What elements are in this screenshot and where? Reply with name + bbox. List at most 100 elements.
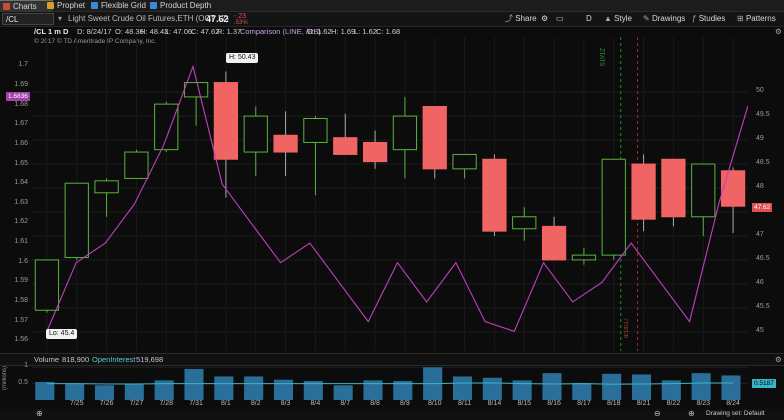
volume-bar [184, 368, 204, 400]
share-label: Share [515, 14, 537, 23]
date-tick-label: 7/28 [159, 400, 174, 407]
volume-bar [65, 383, 85, 400]
comparison-tick-label: 1.62 [14, 218, 28, 226]
comparison-tick-label: 1.7 [18, 61, 28, 69]
candle-body [422, 106, 447, 170]
candle-body [691, 163, 716, 218]
drawing-set-label: Drawing set: Default [706, 410, 765, 417]
info-cmp-open: O: 1.62 [307, 27, 332, 36]
info-date: D: 8/24/17 [77, 27, 112, 36]
price-tick-label: 47 [756, 230, 764, 238]
date-tick-label: 8/9 [400, 400, 410, 407]
share-icon: ⤴ [505, 14, 513, 23]
settings-button[interactable]: ⚙ [541, 13, 548, 25]
date-tick-label: 8/7 [340, 400, 351, 407]
date-tick-label: 8/1 [221, 400, 231, 407]
date-tick-label: 7/25 [69, 400, 84, 407]
candle-body [512, 216, 537, 230]
last-price-badge: 47.62 [752, 203, 773, 212]
layout-button[interactable]: ▭ [556, 13, 564, 25]
date-tick-label: 7/27 [129, 400, 144, 407]
event-label-bottom: 8/18/17 [624, 318, 630, 339]
style-button[interactable]: ▲ Style [604, 13, 632, 25]
info-cmp-low: L: 1.62 [354, 27, 377, 36]
top-tab-bar: Charts Prophet Flexible Grid Product Dep… [0, 0, 784, 12]
date-tick-label: 8/18 [606, 400, 621, 407]
layout-icon: ▭ [556, 14, 564, 23]
depth-icon [150, 2, 157, 9]
patterns-label: Patterns [745, 14, 776, 23]
comparison-tick-label: 1.68 [14, 100, 28, 108]
price-tick-label: 45 [756, 326, 764, 334]
date-tick-label: 7/26 [99, 400, 114, 407]
patterns-icon: ⊞ [737, 14, 744, 23]
price-tick-label: 49 [756, 135, 764, 143]
volume-bar [631, 374, 652, 400]
candle-body [541, 225, 567, 261]
patterns-button[interactable]: ⊞ Patterns [737, 13, 776, 25]
comparison-tick-label: 1.64 [14, 179, 28, 187]
comparison-tick-label: 1.69 [14, 81, 28, 89]
tab-flexible-grid-label: Flexible Grid [101, 1, 146, 10]
date-tick-label: 8/3 [280, 400, 291, 407]
price-chart[interactable] [32, 37, 748, 351]
date-axis: 7/25 7/26 7/27 7/28 7/31 8/1 8/2 8/3 8/4 8/7 8/8 8/… [32, 400, 748, 409]
date-tick-label: 8/8 [370, 400, 380, 407]
symbol-input[interactable]: /CL [2, 13, 54, 25]
volume-settings-icon[interactable]: ⚙ [775, 354, 782, 365]
date-tick-label: 8/24 [726, 400, 740, 407]
candle-body [362, 141, 388, 163]
candle-body [482, 158, 507, 232]
studies-icon: ƒ [692, 14, 697, 23]
studies-button[interactable]: ƒ Studies [692, 13, 725, 25]
info-cmp-high: H: 1.69 [331, 27, 356, 36]
style-label: Style [614, 14, 632, 23]
date-tick-label: 7/31 [189, 400, 203, 407]
zoom-fit-icon[interactable]: ⊕ [688, 409, 695, 418]
instrument-title: Light Sweet Crude Oil Futures,ETH (OCT 1… [68, 14, 229, 23]
tab-product-depth-label: Product Depth [160, 1, 212, 10]
comparison-tick-label: 1.63 [14, 198, 28, 206]
date-tick-label: 8/17 [577, 400, 591, 407]
zoom-in-icon[interactable]: ⊕ [36, 409, 43, 418]
price-tick-label: 48 [756, 183, 764, 190]
info-symbol: /CL 1 m D [34, 27, 69, 36]
tab-product-depth[interactable]: Product Depth [147, 0, 222, 11]
gear-icon: ⚙ [541, 14, 549, 23]
chart-toolbar: /CL ▾ Light Sweet Crude Oil Futures,ETH … [0, 12, 784, 27]
price-tick-label: 46.5 [756, 254, 770, 262]
event-label-top: ZTATS [598, 48, 604, 67]
volume-chart[interactable] [32, 364, 748, 400]
volume-tick-label: 1 [24, 362, 28, 370]
volume-bar [721, 375, 741, 400]
volume-left-axis: 0.5 1 [0, 362, 32, 400]
settings-gear-small-icon[interactable]: ⚙ [775, 27, 782, 37]
share-button[interactable]: ⤴ Share [505, 13, 537, 25]
volume-bar [691, 373, 711, 400]
symbol-dropdown-icon[interactable]: ▾ [58, 13, 62, 25]
date-tick-label: 8/22 [666, 400, 681, 407]
info-close: C: 47.62 [191, 27, 220, 36]
candle-body [124, 151, 149, 179]
info-cmp-close: C: 1.68 [376, 27, 401, 36]
volume-bar [452, 376, 473, 400]
tab-prophet-label: Prophet [57, 1, 86, 10]
drawings-label: Drawings [651, 14, 686, 23]
drawings-button[interactable]: ✎ Drawings [643, 13, 685, 25]
zoom-out-icon[interactable]: ⊖ [654, 409, 661, 418]
candle-body [303, 117, 328, 143]
candle-body [213, 82, 239, 160]
comparison-tick-label: 1.56 [14, 336, 28, 344]
candle-body [601, 158, 626, 256]
date-tick-label: 8/16 [547, 400, 561, 407]
volume-bar [124, 383, 144, 400]
candle-body [571, 254, 597, 261]
date-tick-label: 8/10 [427, 400, 442, 407]
date-tick-label: 8/14 [487, 400, 502, 407]
candle-body [661, 158, 686, 218]
volume-bar [542, 373, 562, 400]
last-price: 47.62 [206, 14, 229, 24]
timeframe-button[interactable]: D [586, 13, 592, 25]
comparison-tick-label: 1.6 [18, 257, 28, 265]
chart-info-row: /CL 1 m D D: 8/24/17 O: 48.36 H: 48.43 L… [0, 27, 784, 37]
